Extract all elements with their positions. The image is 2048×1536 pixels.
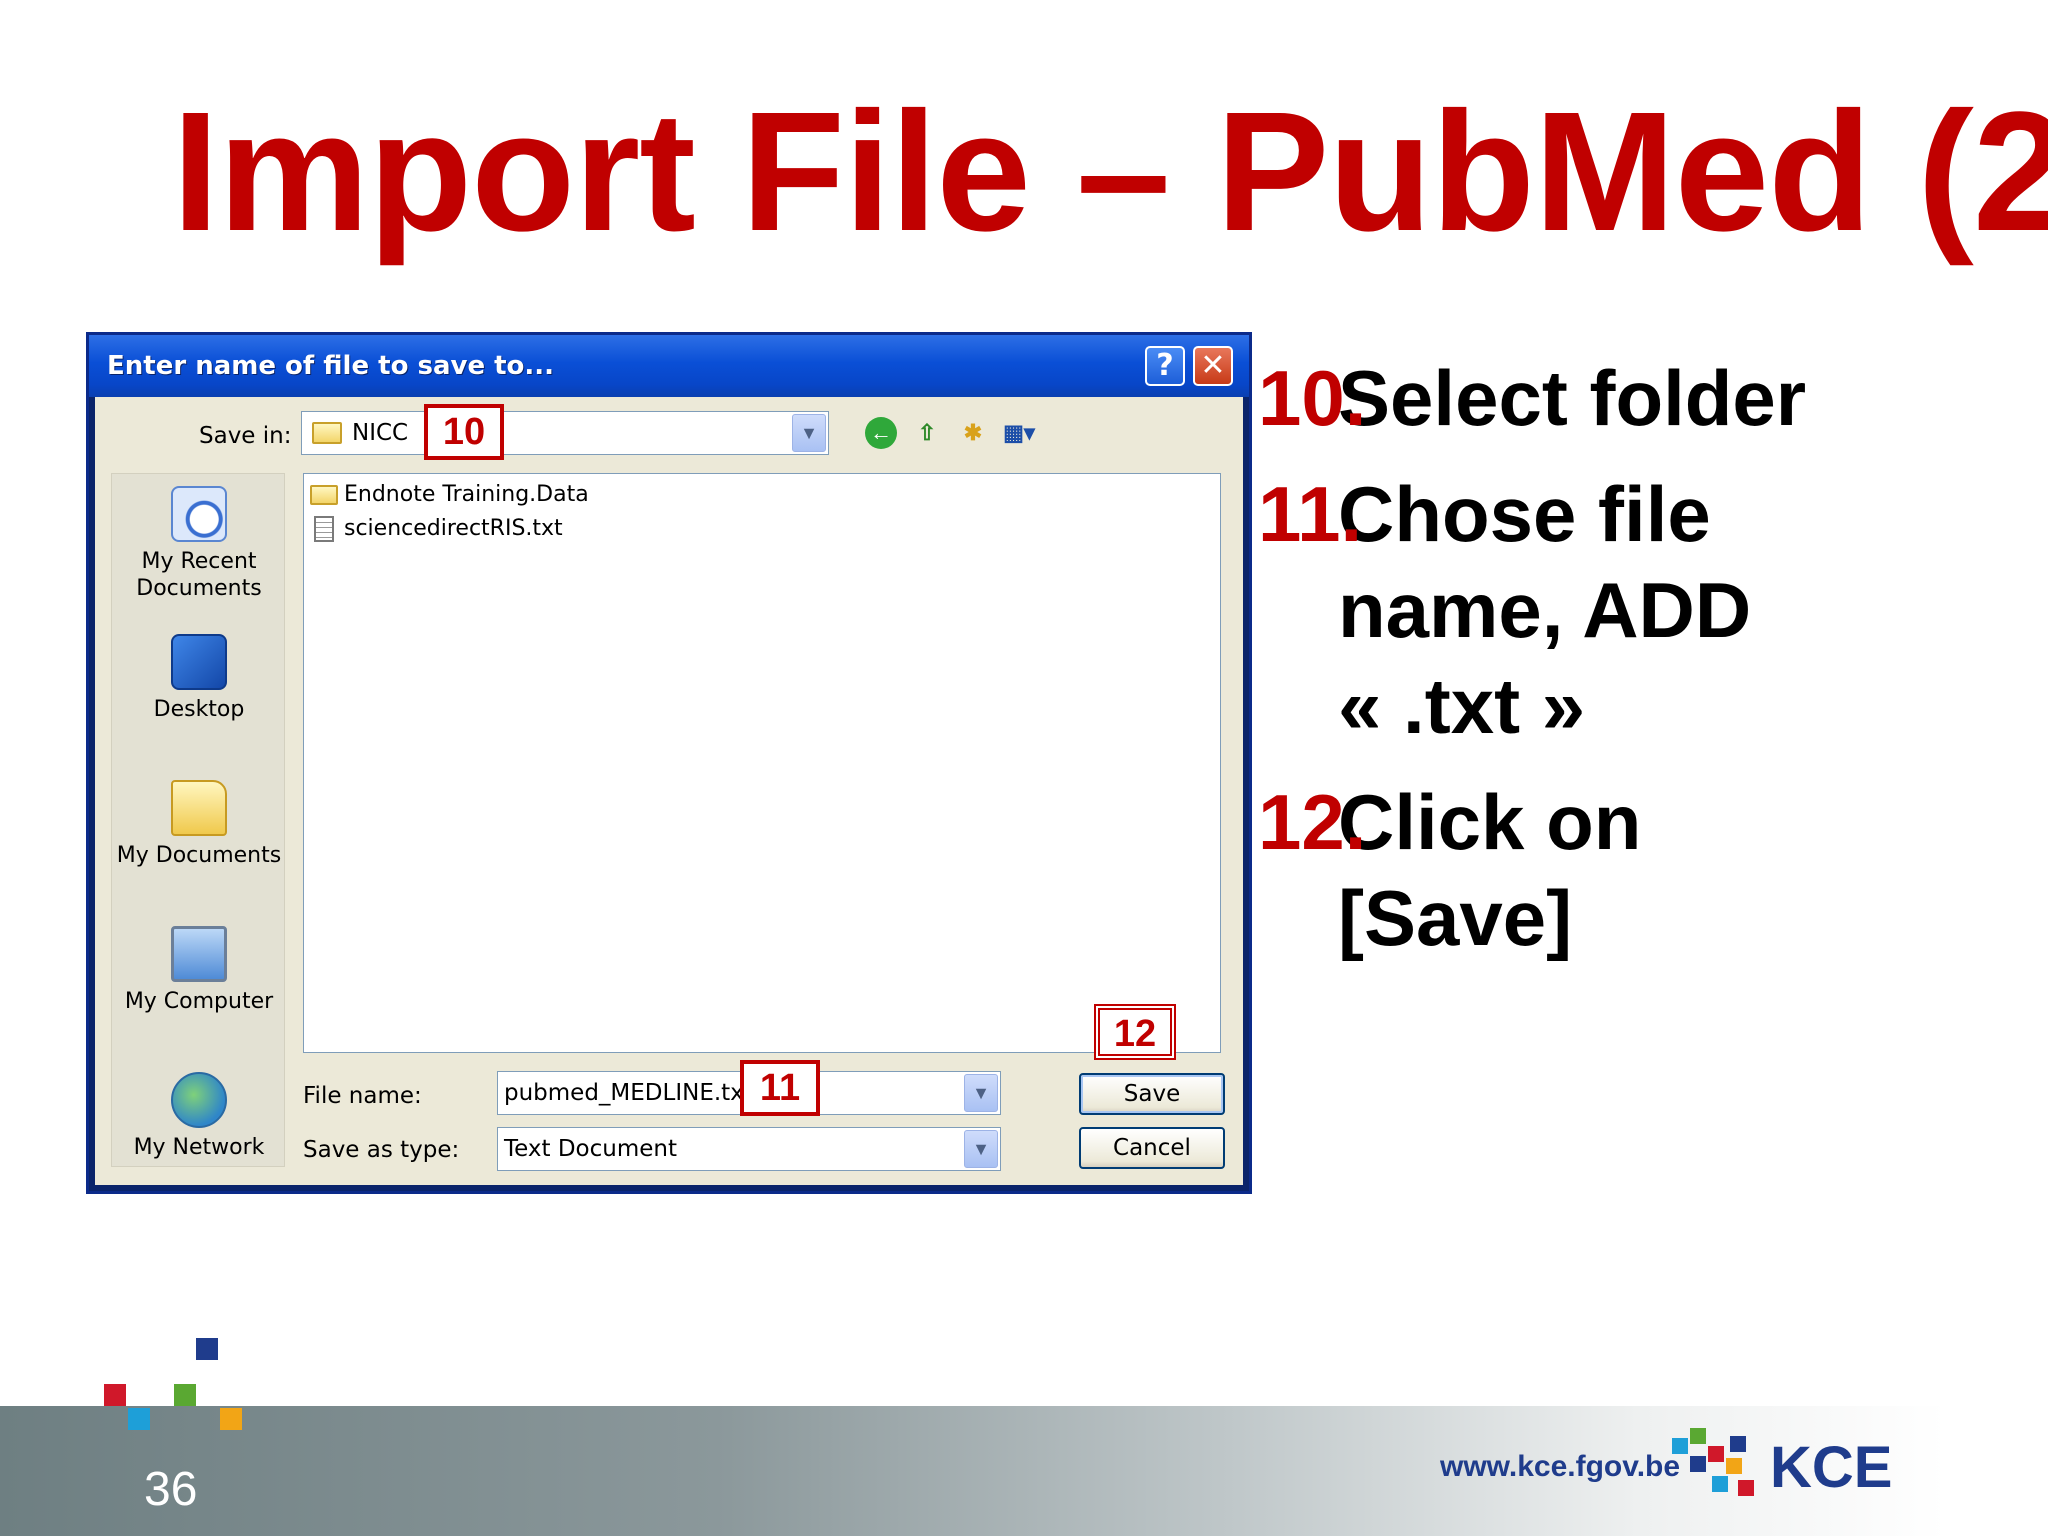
save-file-dialog: Enter name of file to save to... ? ✕ Sav…	[86, 332, 1252, 1194]
folder-icon	[310, 485, 338, 505]
close-button[interactable]: ✕	[1193, 346, 1233, 386]
decor-square	[220, 1408, 242, 1430]
place-label: My Recent Documents	[136, 549, 262, 601]
footer-url: www.kce.fgov.be	[1440, 1450, 1681, 1483]
save-as-type-select[interactable]: Text Document ▼	[497, 1127, 1001, 1171]
chevron-down-icon[interactable]: ▼	[792, 414, 826, 452]
text-file-icon	[314, 516, 334, 542]
step-text: « .txt »	[1338, 662, 1586, 750]
callout-12: 12	[1094, 1004, 1176, 1060]
callout-11: 11	[740, 1060, 820, 1116]
file-name: sciencedirectRIS.txt	[344, 516, 563, 541]
my-network-icon	[171, 1072, 227, 1128]
step-number: 12.	[1258, 778, 1367, 866]
place-my-recent-documents[interactable]: My Recent Documents	[112, 486, 286, 602]
place-label: My Network	[133, 1135, 265, 1160]
place-my-documents[interactable]: My Documents	[112, 780, 286, 869]
back-icon[interactable]: ←	[865, 417, 897, 449]
decor-square	[128, 1408, 150, 1430]
instruction-steps: 10. Select folder 11. Chose file name, A…	[1258, 350, 2038, 966]
place-my-computer[interactable]: My Computer	[112, 926, 286, 1015]
decor-square	[104, 1384, 126, 1406]
views-menu-icon[interactable]: ▦▾	[1003, 417, 1035, 449]
place-my-network[interactable]: My Network	[112, 1072, 286, 1161]
chevron-down-icon[interactable]: ▼	[964, 1074, 998, 1112]
save-as-type-label: Save as type:	[303, 1137, 460, 1163]
decor-square	[174, 1384, 196, 1406]
save-in-dropdown[interactable]: NICC ▼	[301, 411, 829, 455]
up-folder-icon[interactable]: ⇧	[911, 417, 943, 449]
dialog-title: Enter name of file to save to...	[107, 351, 555, 381]
callout-10: 10	[424, 404, 504, 460]
step-text: Select folder	[1338, 354, 1807, 442]
chevron-down-icon[interactable]: ▼	[964, 1130, 998, 1168]
save-button[interactable]: Save	[1079, 1073, 1225, 1115]
step-text: Chose file	[1338, 470, 1711, 558]
step-number: 11.	[1258, 470, 1363, 558]
my-documents-icon	[171, 780, 227, 836]
kce-logo-text: KCE	[1770, 1435, 1893, 1500]
place-label: My Computer	[124, 989, 274, 1014]
dialog-body: Save in: NICC ▼ ← ⇧ ✱ ▦▾ My Recent Docum…	[95, 397, 1243, 1185]
save-as-type-value: Text Document	[504, 1136, 677, 1162]
step-10: 10. Select folder	[1258, 350, 2038, 446]
step-text: Click on	[1338, 778, 1642, 866]
desktop-icon	[171, 634, 227, 690]
slide-number: 36	[144, 1463, 198, 1516]
step-text: [Save]	[1338, 874, 1573, 962]
new-folder-icon[interactable]: ✱	[957, 417, 989, 449]
place-desktop[interactable]: Desktop	[112, 634, 286, 723]
kce-logo-icon	[1672, 1428, 1768, 1508]
place-label: Desktop	[153, 697, 245, 722]
slide-title: Import File – PubMed (2)	[172, 77, 2048, 267]
step-11: 11. Chose file name, ADD « .txt »	[1258, 466, 2038, 754]
my-computer-icon	[171, 926, 227, 982]
recent-documents-icon	[171, 486, 227, 542]
folder-icon	[312, 422, 342, 444]
save-in-label: Save in:	[199, 423, 292, 449]
step-number: 10.	[1258, 354, 1367, 442]
step-text: name, ADD	[1338, 566, 1752, 654]
file-name-label: File name:	[303, 1083, 422, 1109]
save-in-value: NICC	[352, 420, 409, 446]
file-list[interactable]: Endnote Training.Data sciencedirectRIS.t…	[303, 473, 1221, 1053]
file-name-value: pubmed_MEDLINE.txt	[504, 1080, 753, 1106]
decor-square	[196, 1338, 218, 1360]
help-button[interactable]: ?	[1145, 346, 1185, 386]
places-bar: My Recent Documents Desktop My Documents…	[111, 473, 285, 1167]
step-12: 12. Click on [Save]	[1258, 774, 2038, 966]
place-label: My Documents	[116, 843, 282, 868]
cancel-button[interactable]: Cancel	[1079, 1127, 1225, 1169]
file-name: Endnote Training.Data	[344, 482, 589, 507]
dialog-titlebar[interactable]: Enter name of file to save to... ? ✕	[89, 335, 1249, 397]
